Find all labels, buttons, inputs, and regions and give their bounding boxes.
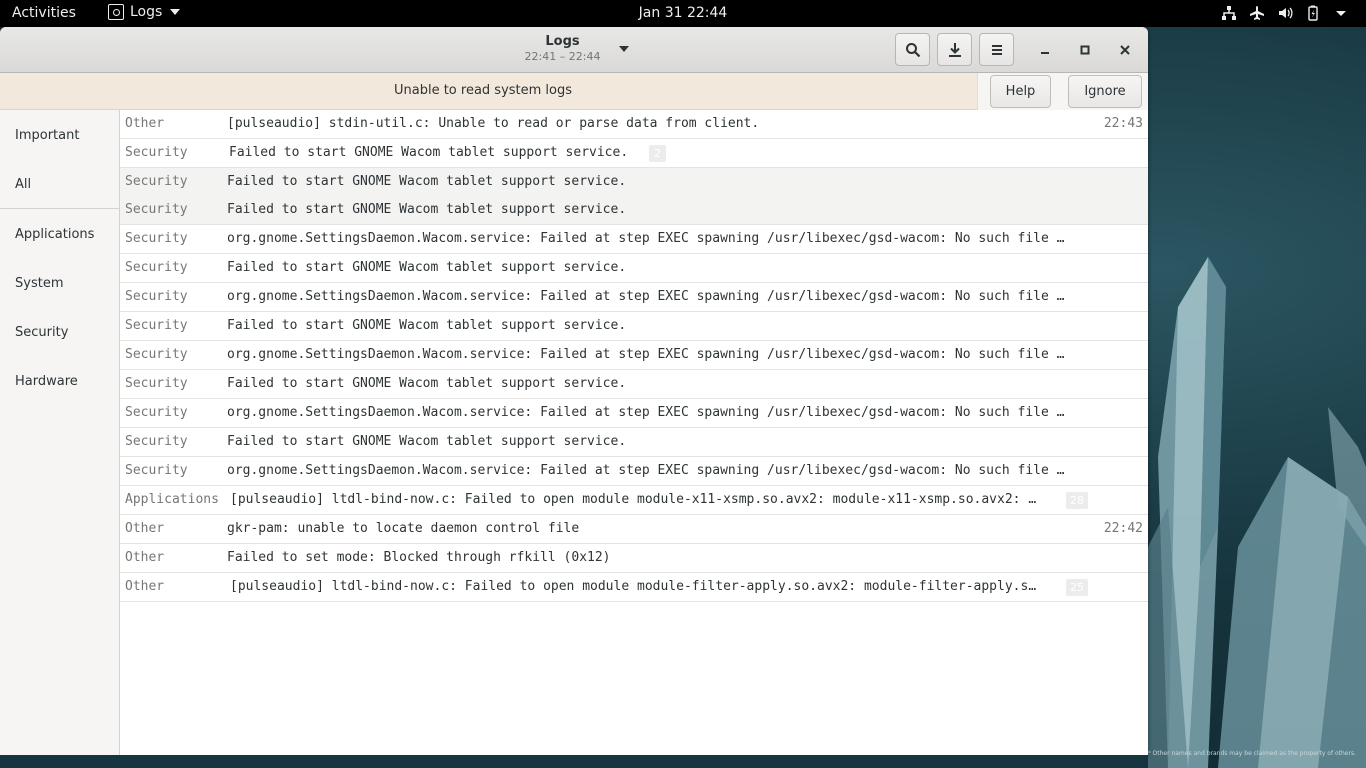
sidebar-item-all[interactable]: All [15, 177, 31, 192]
log-category: Security [125, 318, 188, 333]
minimize-button[interactable] [1034, 39, 1056, 61]
log-category: Security [125, 376, 188, 391]
log-message: Failed to start GNOME Wacom tablet suppo… [227, 434, 627, 449]
sidebar-divider [0, 208, 119, 209]
sidebar-item-security[interactable]: Security [15, 325, 68, 340]
log-category: Security [125, 231, 188, 246]
log-category: Applications [125, 492, 219, 507]
minimize-icon [1041, 52, 1049, 54]
log-message: [pulseaudio] ltdl-bind-now.c: Failed to … [230, 579, 1037, 594]
log-message: org.gnome.SettingsDaemon.Wacom.service: … [227, 463, 1065, 478]
log-time: 22:43 [1103, 116, 1143, 131]
table-row[interactable]: Security org.gnome.SettingsDaemon.Wacom.… [120, 457, 1148, 486]
table-row[interactable]: Security Failed to start GNOME Wacom tab… [120, 312, 1148, 341]
sidebar-item-system[interactable]: System [15, 276, 63, 291]
log-category: Security [125, 260, 188, 275]
system-menu-chevron-down-icon[interactable] [1332, 5, 1350, 21]
logs-window: Logs 22:41 – 22:44 Unable to read system… [0, 27, 1148, 755]
clock[interactable]: Jan 31 22:44 [0, 5, 1366, 21]
log-message: Failed to start GNOME Wacom tablet suppo… [227, 318, 627, 333]
log-message: org.gnome.SettingsDaemon.Wacom.service: … [227, 231, 1065, 246]
sidebar-item-applications[interactable]: Applications [15, 227, 94, 242]
hamburger-menu-icon [991, 44, 1002, 55]
log-category: Security [125, 145, 188, 160]
volume-icon[interactable] [1276, 5, 1294, 21]
log-message: Failed to start GNOME Wacom tablet suppo… [227, 376, 627, 391]
log-message: Failed to start GNOME Wacom tablet suppo… [227, 202, 627, 217]
close-icon [1120, 45, 1130, 55]
log-list: Other [pulseaudio] stdin-util.c: Unable … [120, 110, 1148, 755]
table-row[interactable]: Other [pulseaudio] ltdl-bind-now.c: Fail… [120, 573, 1148, 602]
log-message: [pulseaudio] stdin-util.c: Unable to rea… [227, 116, 760, 131]
wallpaper-caption: * Other names and brands may be claimed … [1147, 750, 1356, 757]
table-row[interactable]: Security Failed to start GNOME Wacom tab… [120, 370, 1148, 399]
log-count-badge: 2 [649, 145, 666, 162]
log-category: Security [125, 202, 188, 217]
table-row[interactable]: Security Failed to start GNOME Wacom tab… [120, 254, 1148, 283]
log-category: Other [125, 116, 165, 131]
table-row[interactable]: Security Failed to start GNOME Wacom tab… [120, 196, 1148, 225]
log-category: Other [125, 579, 165, 594]
log-message: org.gnome.SettingsDaemon.Wacom.service: … [227, 347, 1065, 362]
log-message: Failed to start GNOME Wacom tablet suppo… [227, 260, 627, 275]
network-icon[interactable] [1220, 5, 1238, 21]
log-category: Security [125, 463, 188, 478]
table-row[interactable]: Other [pulseaudio] stdin-util.c: Unable … [120, 110, 1148, 139]
table-row[interactable]: Security org.gnome.SettingsDaemon.Wacom.… [120, 283, 1148, 312]
maximize-button[interactable] [1074, 39, 1096, 61]
wallpaper-crystal-image [1148, 27, 1366, 768]
log-category: Other [125, 550, 165, 565]
log-category: Other [125, 521, 165, 536]
log-category: Security [125, 174, 188, 189]
search-button[interactable] [895, 33, 930, 66]
top-bar: Activities Logs Jan 31 22:44 [0, 0, 1366, 27]
table-row[interactable]: Security Failed to start GNOME Wacom tab… [120, 428, 1148, 457]
log-count-badge: 28 [1066, 492, 1088, 509]
table-row[interactable]: Other Failed to set mode: Blocked throug… [120, 544, 1148, 573]
table-row[interactable]: Security org.gnome.SettingsDaemon.Wacom.… [120, 341, 1148, 370]
log-category: Security [125, 434, 188, 449]
log-message: Failed to start GNOME Wacom tablet suppo… [227, 174, 627, 189]
log-category: Security [125, 405, 188, 420]
log-time: 22:42 [1103, 521, 1143, 536]
log-message: [pulseaudio] ltdl-bind-now.c: Failed to … [230, 492, 1037, 507]
header-bar: Logs 22:41 – 22:44 [0, 27, 1148, 73]
table-row[interactable]: Other gkr-pam: unable to locate daemon c… [120, 515, 1148, 544]
close-button[interactable] [1114, 39, 1136, 61]
system-tray[interactable] [1220, 5, 1350, 21]
help-button[interactable]: Help [990, 75, 1051, 108]
maximize-icon [1080, 45, 1090, 55]
table-row[interactable]: Security org.gnome.SettingsDaemon.Wacom.… [120, 399, 1148, 428]
search-icon [905, 42, 920, 57]
log-message: Failed to set mode: Blocked through rfki… [227, 550, 611, 565]
info-bar: Unable to read system logs Help Ignore [0, 73, 1148, 110]
sidebar-item-important[interactable]: Important [15, 128, 79, 143]
airplane-mode-icon[interactable] [1248, 5, 1266, 21]
log-message: org.gnome.SettingsDaemon.Wacom.service: … [227, 405, 1065, 420]
battery-icon[interactable] [1304, 5, 1322, 21]
ignore-button[interactable]: Ignore [1068, 75, 1142, 108]
info-bar-message: Unable to read system logs [393, 83, 573, 98]
boot-selector-chevron-down-icon[interactable] [619, 46, 629, 52]
export-button[interactable] [937, 33, 972, 66]
download-icon [948, 42, 961, 57]
log-message: gkr-pam: unable to locate daemon control… [227, 521, 580, 536]
category-sidebar: Important All Applications System Securi… [0, 110, 120, 755]
log-category: Security [125, 347, 188, 362]
table-row[interactable]: Security Failed to start GNOME Wacom tab… [120, 168, 1148, 197]
menu-button[interactable] [979, 33, 1014, 66]
table-row[interactable]: Security Failed to start GNOME Wacom tab… [120, 139, 1148, 168]
desktop-bottom-strip [0, 755, 1148, 768]
log-message: org.gnome.SettingsDaemon.Wacom.service: … [227, 289, 1065, 304]
table-row[interactable]: Applications [pulseaudio] ltdl-bind-now.… [120, 486, 1148, 515]
log-message: Failed to start GNOME Wacom tablet suppo… [229, 145, 629, 160]
sidebar-item-hardware[interactable]: Hardware [15, 374, 78, 389]
log-count-badge: 25 [1066, 579, 1088, 596]
table-row[interactable]: Security org.gnome.SettingsDaemon.Wacom.… [120, 225, 1148, 254]
log-category: Security [125, 289, 188, 304]
